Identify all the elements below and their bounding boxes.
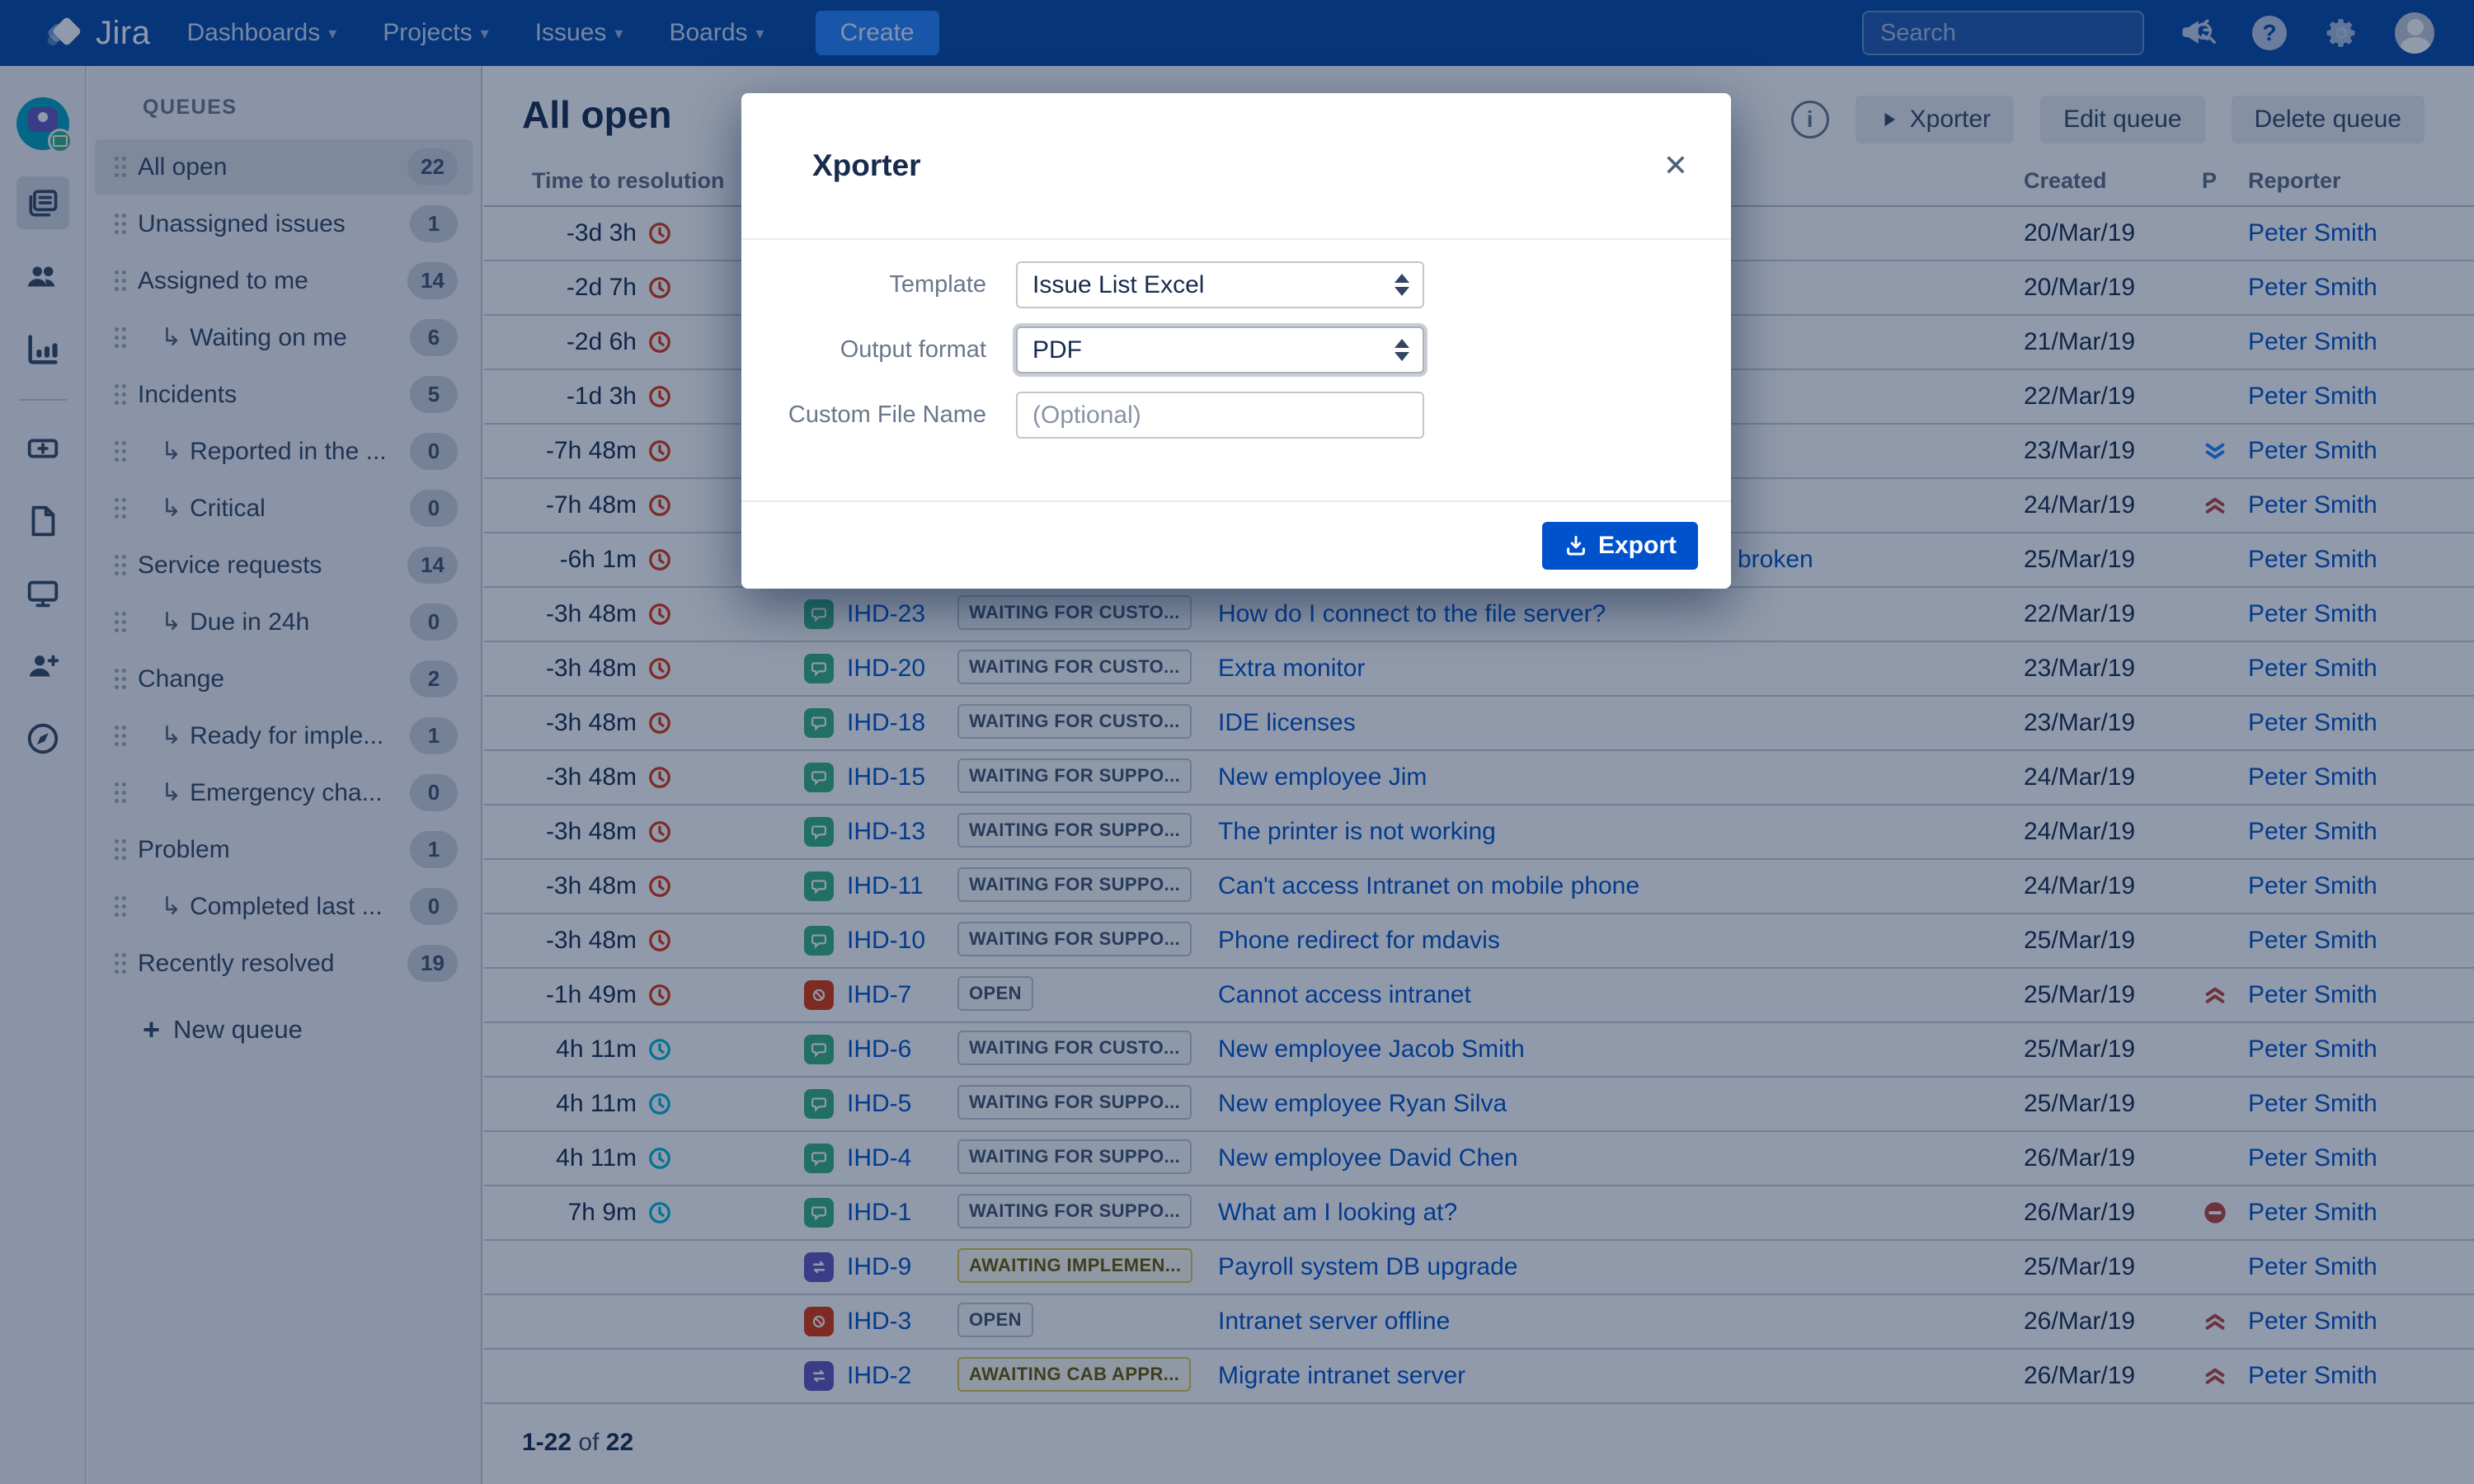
close-icon[interactable]: ✕ [1663, 148, 1688, 183]
dialog-body: Template Issue List Excel Output format … [741, 242, 1731, 500]
dialog-footer: Export [741, 500, 1731, 589]
output-format-select[interactable]: PDF [1016, 326, 1424, 373]
xporter-dialog: Xporter ✕ Template Issue List Excel Outp… [741, 93, 1731, 589]
dialog-header: Xporter ✕ [741, 93, 1731, 240]
template-select[interactable]: Issue List Excel [1016, 261, 1424, 308]
output-format-label: Output format [741, 336, 986, 364]
select-spinner-icon [1395, 274, 1409, 296]
dialog-title: Xporter [812, 148, 921, 183]
custom-file-name-input[interactable] [1032, 402, 1409, 430]
select-spinner-icon [1395, 339, 1409, 361]
custom-file-name-label: Custom File Name [741, 402, 986, 429]
export-button[interactable]: Export [1542, 522, 1698, 570]
download-icon [1564, 533, 1588, 558]
template-label: Template [741, 271, 986, 298]
custom-file-name-field [1016, 392, 1424, 439]
